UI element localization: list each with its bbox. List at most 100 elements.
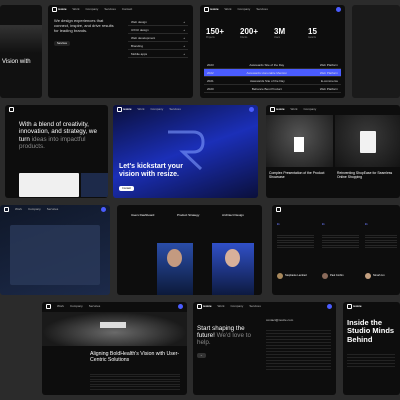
nav-company[interactable]: Company (28, 207, 41, 211)
contact-headline: Start shaping the future! We'd love to h… (197, 325, 251, 347)
contact-email[interactable]: contact@resize.com (266, 318, 293, 323)
services-link[interactable]: Services (54, 41, 70, 46)
contact-button[interactable]: Contact (119, 186, 134, 191)
logo-icon (52, 6, 57, 12)
kickstart-headline: Let's kickstart your vision with resize. (119, 163, 183, 178)
nav-services[interactable]: Services (169, 107, 181, 111)
quote-icon: “ (365, 222, 368, 231)
avatar (365, 273, 371, 279)
menu-dot-icon[interactable] (178, 303, 183, 309)
nav-work[interactable]: Work (225, 7, 232, 11)
logo-icon (4, 206, 9, 212)
navbar: resize Work Company Services (193, 302, 336, 310)
card-showcase: resize Work Company Complex Presentation… (266, 105, 400, 198)
nav-services[interactable]: Services (256, 7, 268, 11)
card-kickstart: resize Work Company Services Let's kicks… (113, 105, 258, 198)
award-row[interactable]: 2023 Awwwards Site of the Day Web Platform (204, 61, 341, 69)
nav-company[interactable]: Company (70, 304, 83, 308)
service-item[interactable]: Web development + (128, 34, 188, 42)
brand-logo[interactable] (46, 303, 51, 309)
card-services: resize Work Company Services Contact We … (48, 5, 193, 98)
card-mission: With a blend of creativity, innovation, … (5, 105, 108, 198)
mission-headline: With a blend of creativity, innovation, … (19, 121, 97, 151)
stat-projects: 150+ Projects (206, 27, 225, 39)
testimonial-name: Nimah Lin (373, 274, 385, 277)
nav-company[interactable]: Company (237, 7, 250, 11)
navbar: Work Company Services (0, 205, 110, 213)
service-item[interactable]: Branding + (128, 42, 188, 50)
caption-showcase: Complex Presentation of the Product Show… (269, 171, 325, 180)
quote-icon: “ (277, 222, 280, 231)
card-stats: resize Work Company Services 150+ Project… (200, 5, 345, 98)
nav-work[interactable]: Work (57, 304, 64, 308)
nav-contact[interactable]: Contact (122, 7, 132, 11)
menu-dot-icon[interactable] (327, 303, 332, 309)
service-item[interactable]: Mobile apps + (128, 50, 188, 58)
nav-services[interactable]: Services (47, 207, 59, 211)
nav-company[interactable]: Company (85, 7, 98, 11)
avatar (277, 273, 283, 279)
brand-logo[interactable] (276, 206, 281, 212)
menu-dot-icon[interactable] (249, 106, 254, 112)
avatar (322, 273, 328, 279)
navbar: resize Work Company (266, 105, 400, 113)
brand-logo[interactable] (4, 206, 9, 212)
nav-work[interactable]: Work (138, 107, 145, 111)
stat-awards: 15 Awards (308, 27, 317, 39)
award-row[interactable]: 2020 Behance Best Product Web Platform (204, 85, 341, 93)
caption-shopease: Reinventing ShopEase for Seamless Online… (337, 171, 393, 180)
service-item[interactable]: Web design + (128, 18, 188, 26)
navbar (5, 105, 108, 113)
stat-users: 3M Users (274, 27, 286, 39)
nav-work[interactable]: Work (15, 207, 22, 211)
logo-icon (9, 106, 14, 112)
tab-users-dashboard[interactable]: Users Dashboard (131, 213, 154, 218)
logo-icon (117, 106, 122, 112)
brand-logo[interactable]: resize (117, 106, 132, 112)
testimonial-name: Paul Corbin (330, 274, 344, 277)
brand-logo[interactable]: resize (52, 6, 67, 12)
menu-dot-icon[interactable] (101, 206, 106, 212)
card-testimonials: “ “ “ Stephanie Lambert Paul Corbin Nima… (272, 205, 400, 295)
menu-dot-icon[interactable] (336, 6, 341, 12)
navbar: Work Company Services (42, 302, 187, 310)
brand-logo[interactable] (9, 106, 14, 112)
vision-title: Vision with (2, 59, 31, 65)
logo-icon (46, 303, 51, 309)
logo-icon (204, 6, 209, 12)
nav-work[interactable]: Work (291, 107, 298, 111)
nav-company[interactable]: Company (303, 107, 316, 111)
nav-work[interactable]: Work (218, 304, 225, 308)
award-row-active[interactable]: 2022 Awwwards Honorable Mention Web Platfo… (204, 69, 341, 77)
boldhealth-headline: Aligning BoldHealth's Vision with User-C… (90, 351, 180, 363)
award-row[interactable]: 2021 Awwwards Site of the Day E-commerce (204, 77, 341, 85)
nav-services[interactable]: Services (104, 7, 116, 11)
stat-clients: 200+ Clients (240, 27, 259, 39)
card-edge (352, 5, 400, 98)
logo-icon (197, 303, 202, 309)
quote-icon: “ (322, 222, 325, 231)
card-boldhealth: Work Company Services Aligning BoldHealt… (42, 302, 187, 395)
nav-company[interactable]: Company (230, 304, 243, 308)
card-team: Users Dashboard Product Strategy Archite… (117, 205, 262, 295)
navbar: resize Work Company Services Contact (48, 5, 193, 13)
tab-architect-design[interactable]: Architect Design (222, 213, 244, 218)
card-contact: resize Work Company Services Start shapi… (193, 302, 336, 395)
brand-logo[interactable]: resize (347, 303, 362, 309)
nav-services[interactable]: Services (89, 304, 101, 308)
nav-company[interactable]: Company (150, 107, 163, 111)
service-item[interactable]: UX/UI design + (128, 26, 188, 34)
card-studio: resize Inside the Studio Minds Behind (343, 302, 400, 395)
logo-icon (270, 106, 275, 112)
nav-services[interactable]: Services (249, 304, 261, 308)
nav-work[interactable]: Work (73, 7, 80, 11)
studio-headline: Inside the Studio Minds Behind (347, 318, 395, 344)
navbar: resize Work Company Services (200, 5, 345, 13)
brand-logo[interactable]: resize (197, 303, 212, 309)
logo-icon (347, 303, 352, 309)
testimonial-name: Stephanie Lambert (285, 274, 307, 277)
contact-submit-button[interactable]: → (197, 353, 206, 358)
tab-product-strategy[interactable]: Product Strategy (177, 213, 199, 218)
brand-logo[interactable]: resize (204, 6, 219, 12)
brand-logo[interactable]: resize (270, 106, 285, 112)
